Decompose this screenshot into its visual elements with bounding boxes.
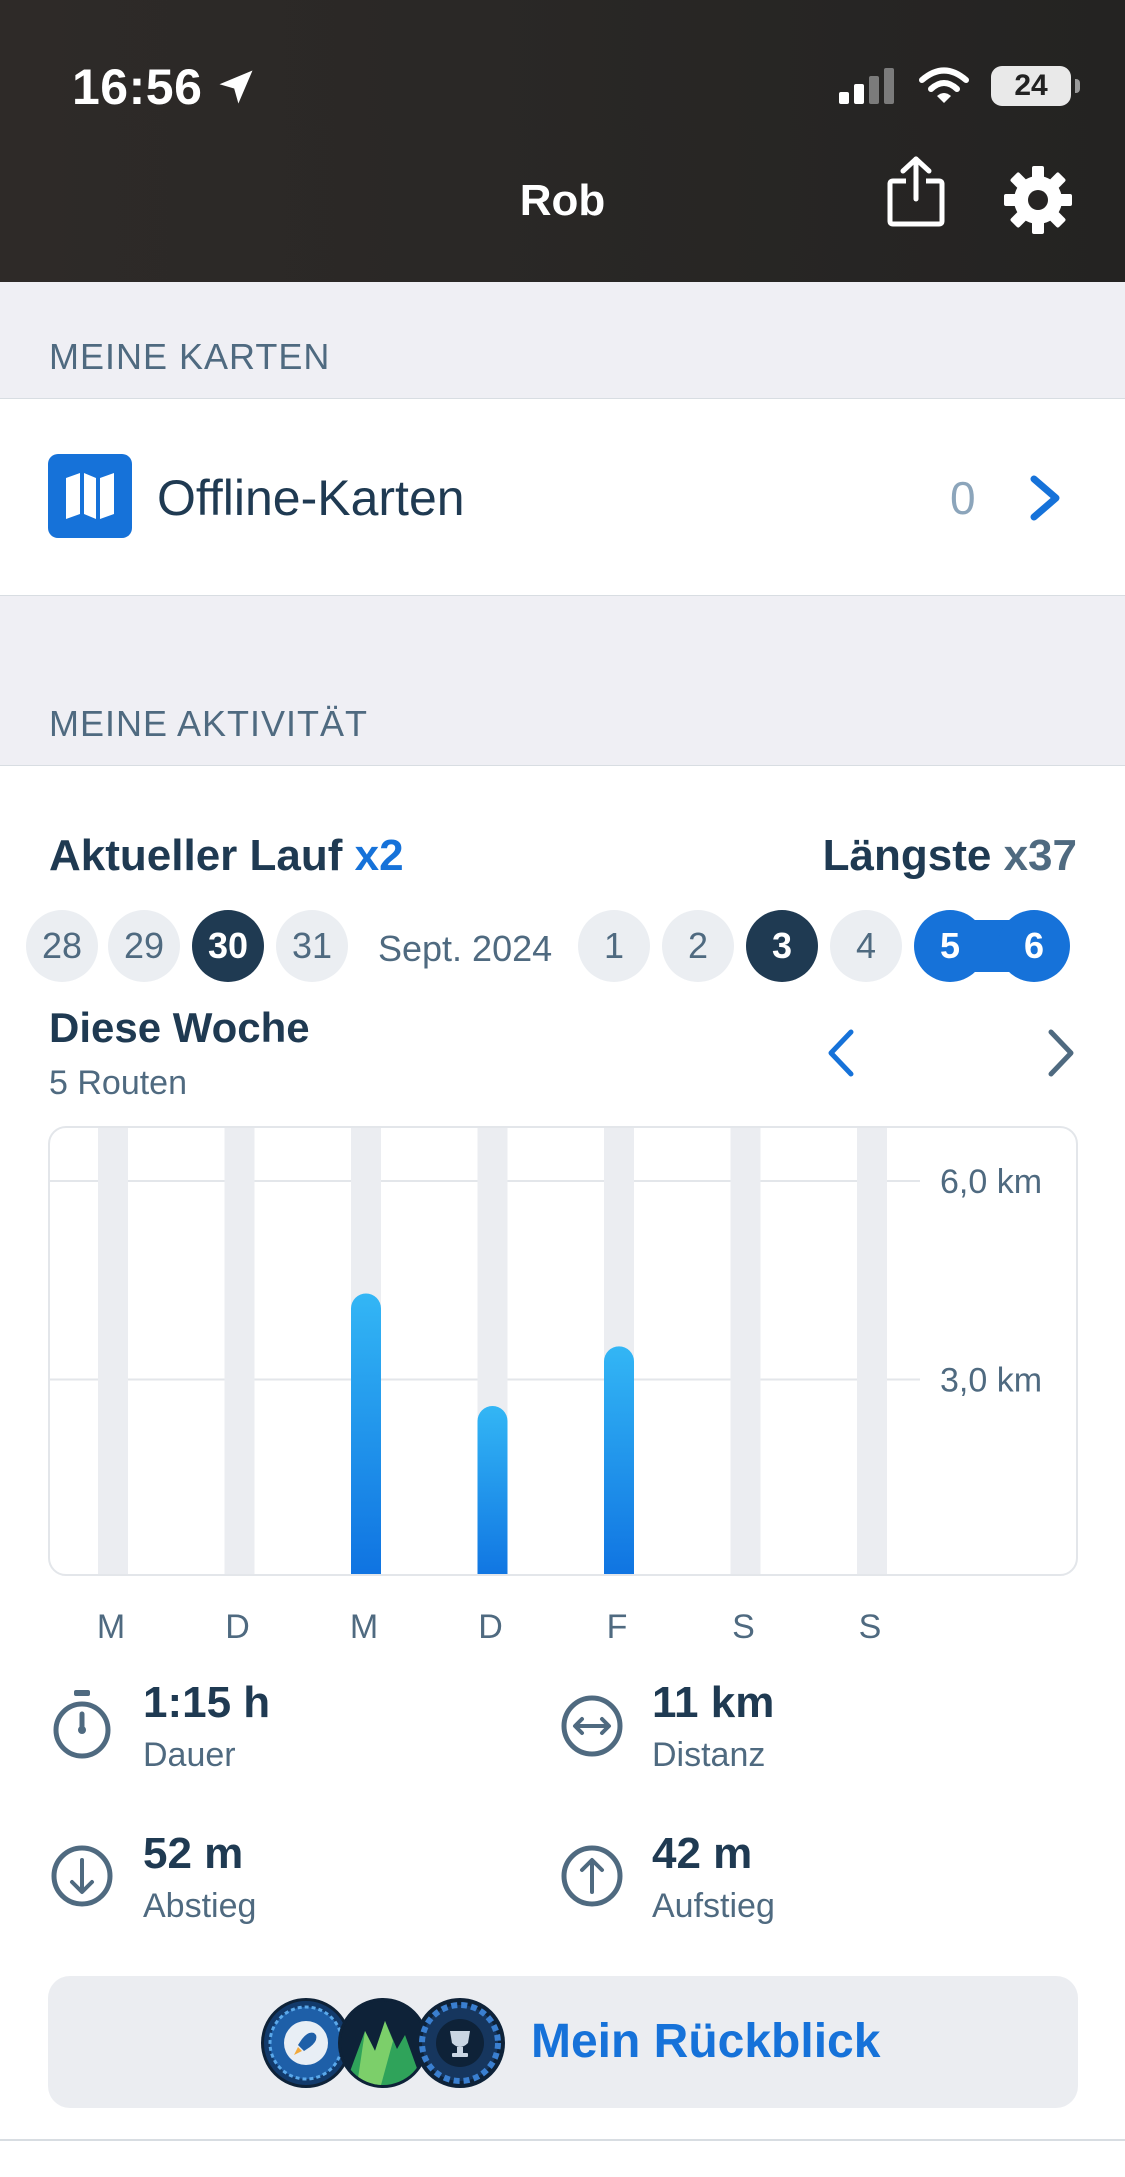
maps-section-label: MEINE KARTEN xyxy=(49,336,331,377)
day-chip[interactable]: 4 xyxy=(830,910,902,982)
review-button-label: Mein Rückblick xyxy=(531,2015,881,2068)
day-chip[interactable]: 1 xyxy=(578,910,650,982)
chart-bar-track xyxy=(224,1128,255,1574)
chart-bar[interactable] xyxy=(477,1405,508,1576)
chart-x-tick-label: M xyxy=(96,1608,126,1646)
distance-icon xyxy=(561,1695,623,1757)
location-arrow-icon xyxy=(219,70,253,104)
next-card-edge xyxy=(0,2140,1125,2177)
status-indicators: 24 xyxy=(837,66,1080,106)
chart-bar-track xyxy=(857,1128,887,1574)
settings-button[interactable] xyxy=(1004,166,1072,234)
page-title: Rob xyxy=(519,176,606,225)
current-streak-label: Aktueller Lauf xyxy=(49,831,343,880)
longest-streak-label: Längste xyxy=(822,831,992,880)
wifi-icon xyxy=(919,67,969,103)
stat-ascent-value: 42 m xyxy=(652,1829,753,1878)
chart-y-tick-label: 6,0 km xyxy=(940,1163,1042,1201)
battery-indicator: 24 xyxy=(991,66,1080,106)
stat-duration-label: Dauer xyxy=(143,1736,236,1774)
stat-distance-value: 11 km xyxy=(652,1678,775,1727)
stat-distance-label: Distanz xyxy=(652,1736,766,1774)
week-title: Diese Woche xyxy=(49,1004,310,1051)
chart-x-tick-label: F xyxy=(606,1608,628,1646)
chart-x-tick-label: M xyxy=(349,1608,379,1646)
stopwatch-icon xyxy=(53,1690,111,1759)
offline-maps-row[interactable]: Offline-Karten 0 xyxy=(0,398,1125,596)
chart-bar[interactable] xyxy=(604,1346,634,1576)
activity-section-label: MEINE AKTIVITÄT xyxy=(49,703,369,744)
current-streak: Aktueller Lauf x2 xyxy=(49,831,404,881)
longest-streak: Längste x37 xyxy=(823,831,1077,881)
battery-level: 24 xyxy=(1014,69,1048,102)
gear-icon xyxy=(1004,166,1072,234)
share-button[interactable] xyxy=(885,155,947,227)
chart-bar-track xyxy=(98,1128,128,1574)
current-streak-value: x2 xyxy=(354,831,404,880)
review-button[interactable]: Mein Rückblick xyxy=(48,1976,1078,2108)
month-label: Sept. 2024 xyxy=(378,928,553,969)
week-routes-count: 5 Routen xyxy=(49,1064,187,1102)
chart-x-tick-label: D xyxy=(225,1608,250,1646)
chart-x-tick-label: D xyxy=(478,1608,503,1646)
trophy-badge-icon xyxy=(415,1998,505,2088)
descent-icon xyxy=(51,1845,113,1907)
day-chip-streak[interactable]: 6 xyxy=(998,910,1070,982)
status-time-text: 16:56 xyxy=(72,59,203,115)
app-header: 16:56 24 Rob xyxy=(0,0,1125,282)
chevron-left-icon[interactable] xyxy=(826,1028,856,1078)
chart-bar-track xyxy=(730,1128,761,1574)
day-chip[interactable]: 2 xyxy=(662,910,734,982)
day-chip[interactable]: 29 xyxy=(108,910,180,982)
chart-x-tick-label: S xyxy=(732,1608,755,1646)
day-streak-strip[interactable]: 28 29 30 31 Sept. 2024 1 2 3 4 5 6 xyxy=(0,910,1125,982)
day-chip-active[interactable]: 30 xyxy=(192,910,264,982)
chevron-right-icon xyxy=(1030,475,1060,521)
longest-streak-value: x37 xyxy=(1003,831,1077,880)
day-chip-streak[interactable]: 5 xyxy=(914,910,986,982)
status-time: 16:56 xyxy=(72,58,258,116)
share-icon xyxy=(887,156,945,227)
offline-maps-count: 0 xyxy=(950,472,976,524)
stat-ascent-label: Aufstieg xyxy=(652,1887,775,1925)
ascent-icon xyxy=(561,1845,623,1907)
chart-x-tick-label: S xyxy=(858,1608,882,1646)
stat-descent-label: Abstieg xyxy=(143,1887,257,1925)
day-chip-active[interactable]: 3 xyxy=(746,910,818,982)
chart-y-tick-label: 3,0 km xyxy=(940,1361,1042,1399)
chart-bar[interactable] xyxy=(351,1293,381,1576)
activity-card: Aktueller Lauf x2 Längste x37 28 29 30 3… xyxy=(0,765,1125,2140)
weekly-distance-chart: 6,0 km 3,0 km xyxy=(48,1126,1078,1576)
day-chip[interactable]: 31 xyxy=(276,910,348,982)
chart-canvas: 6,0 km 3,0 km xyxy=(50,1128,1042,1576)
stat-descent-value: 52 m xyxy=(143,1829,244,1878)
map-icon xyxy=(48,454,132,538)
chevron-right-icon[interactable] xyxy=(1046,1028,1076,1078)
day-chip[interactable]: 28 xyxy=(26,910,98,982)
cellular-signal-icon xyxy=(839,68,894,104)
offline-maps-label: Offline-Karten xyxy=(157,470,465,526)
stat-duration-value: 1:15 h xyxy=(143,1678,271,1727)
